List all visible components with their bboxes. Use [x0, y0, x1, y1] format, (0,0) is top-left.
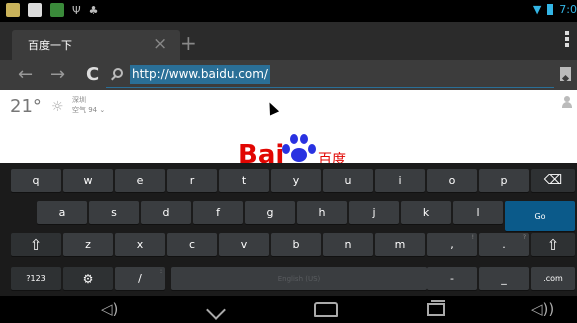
notification-icons: Ψ ♣	[6, 3, 99, 17]
tab-title: 百度一下	[28, 39, 72, 52]
mouse-cursor	[264, 100, 280, 116]
search-icon	[113, 68, 123, 78]
key-hint: !	[471, 234, 474, 241]
key-k[interactable]: k	[401, 201, 451, 224]
recent-apps-icon[interactable]	[427, 300, 445, 316]
sd-card-icon	[28, 3, 42, 17]
city-label[interactable]: 深圳	[72, 96, 86, 105]
volume-down-icon[interactable]: ◁)	[101, 300, 118, 318]
shift-right-key[interactable]: ⇧	[531, 233, 575, 256]
reload-icon[interactable]: C	[86, 64, 99, 85]
bookmark-icon[interactable]	[560, 67, 571, 81]
key-period[interactable]: . ?	[479, 233, 529, 256]
key-e[interactable]: e	[115, 169, 165, 192]
key-y[interactable]: y	[271, 169, 321, 192]
logo-text-left: Bai	[238, 140, 285, 163]
key-slash[interactable]: / :	[115, 267, 165, 290]
baidu-logo[interactable]: Bai 百度	[238, 134, 348, 163]
key-u[interactable]: u	[323, 169, 373, 192]
hide-keyboard-chevron-icon[interactable]	[206, 300, 226, 320]
key-s[interactable]: s	[89, 201, 139, 224]
chevron-down-icon: ⌄	[99, 106, 106, 114]
key-n[interactable]: n	[323, 233, 373, 256]
close-tab-icon[interactable]: ×	[153, 34, 167, 54]
key-underscore[interactable]: _	[479, 267, 529, 290]
symbols-key[interactable]: ?123	[11, 267, 61, 290]
paw-icon	[282, 134, 316, 163]
key-l[interactable]: l	[453, 201, 503, 224]
toolbar: ← → C http://www.baidu.com/	[0, 60, 577, 90]
home-icon[interactable]	[314, 302, 338, 317]
wifi-icon: ▼	[532, 3, 542, 16]
key-g[interactable]: g	[245, 201, 295, 224]
url-input[interactable]: http://www.baidu.com/	[130, 65, 270, 84]
key-comma[interactable]: , !	[427, 233, 477, 256]
new-tab-icon[interactable]: +	[180, 31, 197, 55]
android-icon	[50, 3, 64, 17]
back-arrow-icon[interactable]: ←	[18, 64, 33, 85]
space-bar[interactable]: English (US)	[171, 267, 427, 290]
key-r[interactable]: r	[167, 169, 217, 192]
navigation-bar: ◁) ◁))	[0, 296, 577, 323]
soft-keyboard: q w e r t y u i o p ⌫ a s d f g h j k l …	[0, 163, 577, 296]
url-underline	[106, 87, 554, 88]
key-m[interactable]: m	[375, 233, 425, 256]
shift-left-key[interactable]: ⇧	[11, 233, 61, 256]
key-f[interactable]: f	[193, 201, 243, 224]
key-c[interactable]: c	[167, 233, 217, 256]
tab-strip: 百度一下 × +	[0, 22, 577, 60]
key-h[interactable]: h	[297, 201, 347, 224]
tab-baidu[interactable]: 百度一下 ×	[12, 30, 180, 60]
key-b[interactable]: b	[271, 233, 321, 256]
key-p[interactable]: p	[479, 169, 529, 192]
cat-icon: ♣	[88, 3, 99, 17]
dotcom-key[interactable]: .com	[531, 267, 575, 290]
key-dash[interactable]: -	[427, 267, 477, 290]
logo-text-right: 百度	[318, 152, 346, 163]
key-d[interactable]: d	[141, 201, 191, 224]
user-icon[interactable]	[562, 96, 572, 108]
usb-icon: Ψ	[72, 3, 81, 17]
key-w[interactable]: w	[63, 169, 113, 192]
key-q[interactable]: q	[11, 169, 61, 192]
key-o[interactable]: o	[427, 169, 477, 192]
settings-key[interactable]: ⚙	[63, 267, 113, 290]
volume-up-icon[interactable]: ◁))	[531, 300, 554, 318]
key-z[interactable]: z	[63, 233, 113, 256]
system-icons: ▼ 7:0	[533, 3, 577, 16]
web-content[interactable]: 21° ☼ 深圳 空气 94 ⌄ Bai 百度	[0, 90, 577, 163]
key-hint: ?	[522, 234, 526, 241]
key-i[interactable]: i	[375, 169, 425, 192]
key-t[interactable]: t	[219, 169, 269, 192]
forward-arrow-icon[interactable]: →	[50, 64, 65, 85]
gallery-icon	[6, 3, 20, 17]
overflow-menu-icon[interactable]	[565, 31, 569, 47]
temperature: 21°	[10, 96, 42, 117]
weather-cloud-sun-icon: ☼	[51, 99, 64, 115]
key-v[interactable]: v	[219, 233, 269, 256]
status-bar: Ψ ♣ ▼ 7:0	[0, 0, 577, 22]
key-a[interactable]: a	[37, 201, 87, 224]
clock: 7:0	[559, 3, 577, 16]
key-j[interactable]: j	[349, 201, 399, 224]
battery-icon	[547, 4, 554, 15]
key-hint: :	[159, 268, 162, 275]
key-x[interactable]: x	[115, 233, 165, 256]
go-button[interactable]: Go	[505, 201, 575, 231]
air-quality-label[interactable]: 空气 94 ⌄	[72, 105, 105, 115]
key-delete[interactable]: ⌫	[531, 169, 575, 192]
